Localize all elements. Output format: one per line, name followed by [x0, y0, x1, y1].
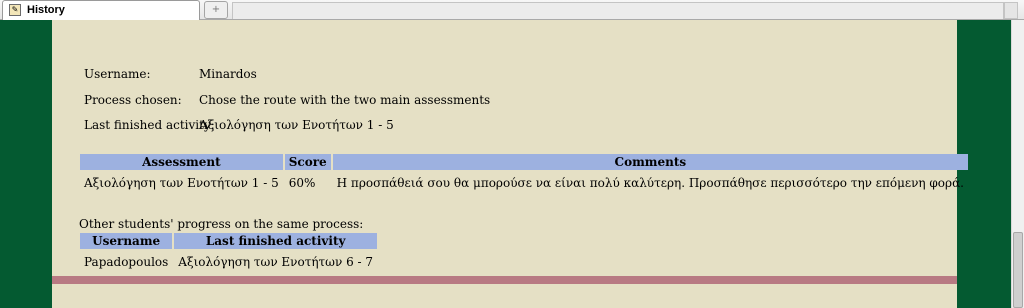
scrollbar-thumb[interactable] — [1013, 232, 1023, 308]
assessment-table: Assessment Score Comments Αξιολόγηση των… — [78, 152, 970, 196]
plus-icon: + — [211, 4, 221, 15]
column-header-score: Score — [284, 154, 331, 170]
score-cell: 60% — [288, 176, 316, 190]
column-header-last-activity: Last finished activity — [174, 233, 378, 249]
other-students-title: Other students' progress on the same pro… — [79, 217, 364, 231]
browser-tab-bar: ✎ History + — [0, 0, 1024, 20]
new-tab-button[interactable]: + — [204, 1, 228, 19]
comments-cell: Η προσπάθειά σου θα μπορούσε να είναι πο… — [336, 176, 964, 190]
tab-title: History — [27, 4, 65, 16]
process-value: Chose the route with the two main assess… — [199, 93, 491, 107]
other-username-cell: Papadopoulos — [84, 255, 169, 269]
page-icon: ✎ — [9, 4, 21, 16]
table-row: Papadopoulos Αξιολόγηση των Ενοτήτων 6 -… — [80, 251, 377, 273]
column-header-assessment: Assessment — [80, 154, 283, 170]
column-header-username: Username — [80, 233, 173, 249]
other-students-table-header: Username Last finished activity — [80, 233, 378, 249]
assessment-cell: Αξιολόγηση των Ενοτήτων 1 - 5 — [84, 176, 279, 190]
other-students-table: Username Last finished activity Papadopo… — [78, 231, 379, 275]
tab-strip-empty-area — [232, 2, 1004, 19]
last-activity-value: Αξιολόγηση των Ενοτήτων 1 - 5 — [199, 118, 394, 132]
page-content-bottom — [52, 284, 957, 308]
table-row: Αξιολόγηση των Ενοτήτων 1 - 5 60% Η προσ… — [80, 172, 968, 194]
column-header-comments: Comments — [332, 154, 968, 170]
username-value: Minardos — [199, 67, 257, 81]
tab-scroll-button[interactable] — [1004, 2, 1018, 19]
footer-bar — [52, 276, 957, 284]
browser-tab-history[interactable]: ✎ History — [2, 0, 200, 20]
last-activity-label: Last finished activity: — [84, 118, 215, 132]
vertical-scrollbar[interactable] — [1011, 20, 1024, 308]
username-label: Username: — [84, 67, 151, 81]
other-activity-cell: Αξιολόγηση των Ενοτήτων 6 - 7 — [178, 255, 374, 269]
assessment-table-header: Assessment Score Comments — [80, 154, 968, 170]
process-label: Process chosen: — [84, 93, 182, 107]
